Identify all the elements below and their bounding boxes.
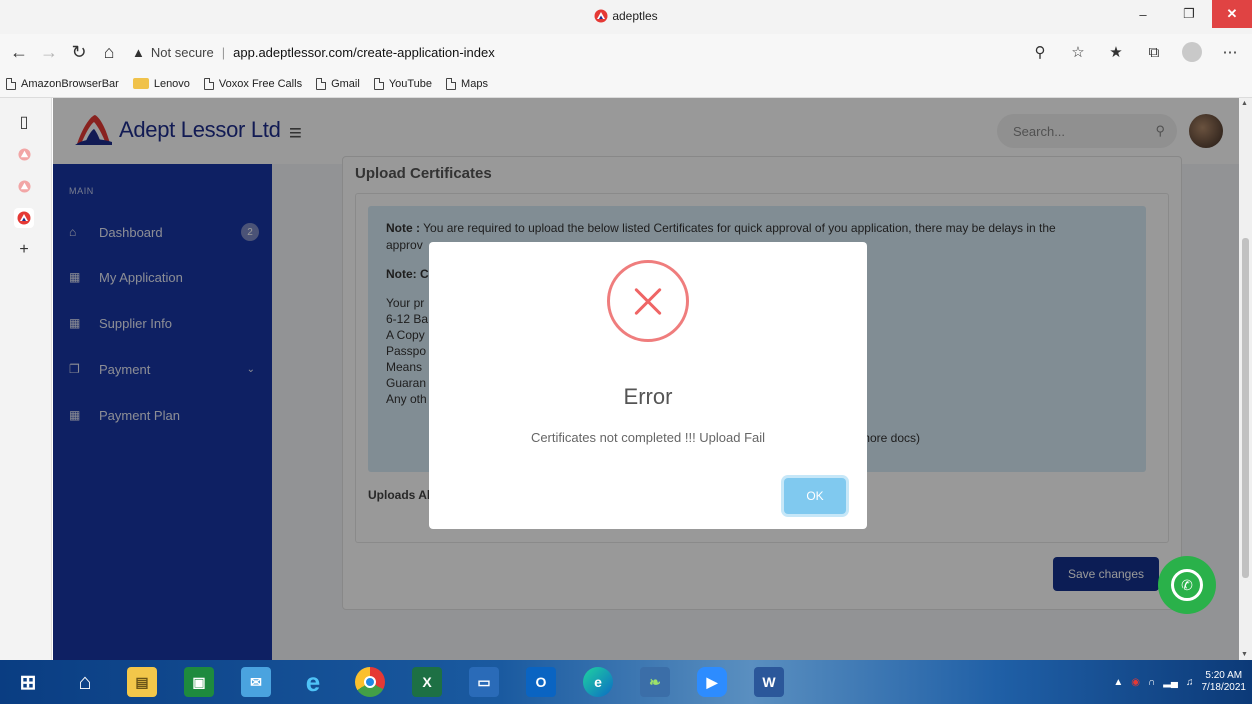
monitor-icon: ▭ [469,667,499,697]
close-window-button[interactable]: ✕ [1212,0,1252,28]
taskbar-home[interactable]: ⌂ [63,660,107,704]
browser-title-bar: adeptles – ❐ ✕ [0,0,1252,34]
minimize-button[interactable]: – [1120,0,1166,28]
favorite-maps[interactable]: Maps [446,77,488,90]
url-divider: | [221,44,226,60]
forward-button[interactable]: → [34,37,64,67]
address-bar-row: ← → ↻ ⌂ ▲ Not secure | app.adeptlessor.c… [0,34,1252,70]
taskbar-excel[interactable]: X [405,660,449,704]
window-title: adeptles [0,9,1252,26]
site-logo-icon [17,179,31,193]
taskbar-outlook[interactable]: O [519,660,563,704]
taskbar-internet-explorer[interactable]: e [291,660,335,704]
page-icon [373,77,384,90]
volume-icon[interactable]: ♫ [1186,677,1194,688]
mail-icon: ✉ [241,667,271,697]
favorite-gmail[interactable]: Gmail [316,77,360,90]
tab-adeptles-active[interactable] [14,208,34,228]
network-icon[interactable]: ◉ [1131,677,1140,688]
store-icon: ▣ [184,667,214,697]
error-dialog: Error Certificates not completed !!! Upl… [429,242,867,529]
outlook-icon: O [526,667,556,697]
favorite-voxox[interactable]: Voxox Free Calls [203,77,302,90]
key-icon[interactable]: ⚲ [1026,37,1054,67]
folder-icon: ▤ [127,667,157,697]
more-menu-icon[interactable]: ⋯ [1216,37,1244,67]
tray-expand-icon[interactable]: ▲ [1113,677,1123,688]
restore-button[interactable]: ❐ [1166,0,1212,28]
taskbar-mail[interactable]: ✉ [234,660,278,704]
add-favorite-icon[interactable]: ☆ [1064,37,1092,67]
collections-icon[interactable]: ⧉ [1140,37,1168,67]
warning-icon: ▲ [132,44,145,60]
dialog-title: Error [623,384,673,409]
folder-icon [132,78,149,89]
page-icon [203,77,214,90]
favorites-bar: AmazonBrowserBar Lenovo Voxox Free Calls… [0,70,1252,98]
not-secure-label: Not secure [150,44,214,60]
chrome-icon [355,667,385,697]
whatsapp-icon: ✆ [1171,569,1203,601]
favorite-youtube[interactable]: YouTube [373,77,432,90]
tab-adeptles-1[interactable] [14,144,34,164]
edge-icon: e [583,667,613,697]
refresh-button[interactable]: ↻ [64,37,94,67]
web-page: Adept Lessor Ltd ≡ Search... ⚲ MAIN ⌂ Da… [53,98,1239,660]
tab-adeptles-2[interactable] [14,176,34,196]
page-icon [316,77,327,90]
taskbar-zoom[interactable]: ▶ [690,660,734,704]
new-tab-icon[interactable]: + [14,240,34,260]
start-button[interactable]: ⊞ [6,660,50,704]
ie-icon: e [305,666,321,697]
taskbar-file-explorer[interactable]: ▤ [120,660,164,704]
profile-icon [1182,42,1202,62]
windows-icon: ⊞ [19,671,37,694]
scrollbar-thumb[interactable] [1242,238,1249,578]
favorite-lenovo[interactable]: Lenovo [132,78,190,90]
page-icon [446,77,457,90]
home-button[interactable]: ⌂ [94,37,124,67]
taskbar-chrome[interactable] [348,660,392,704]
clock[interactable]: 5:20 AM 7/18/2021 [1202,670,1247,694]
leaf-icon: ❧ [640,667,670,697]
profile-button[interactable] [1178,37,1206,67]
wifi-icon[interactable]: ∩ [1148,677,1155,688]
taskbar-store[interactable]: ▣ [177,660,221,704]
zoom-icon: ▶ [697,667,727,697]
home-icon: ⌂ [78,669,92,694]
whatsapp-button[interactable]: ✆ [1158,556,1216,614]
excel-icon: X [412,667,442,697]
error-x-icon [607,260,689,342]
url-text: app.adeptlessor.com/create-application-i… [233,44,495,60]
page-icon [6,77,16,90]
page-scrollbar[interactable]: ▲ ▼ [1239,98,1252,660]
signal-icon[interactable]: ▂▄ [1163,677,1178,688]
taskbar-word[interactable]: W [747,660,791,704]
favorites-icon[interactable]: ★ [1102,37,1130,67]
taskbar-desktop[interactable]: ▭ [462,660,506,704]
site-logo-icon [594,9,608,26]
scroll-up-arrow-icon[interactable]: ▲ [1241,100,1248,107]
site-logo-icon [17,211,31,225]
taskbar-app[interactable]: ❧ [633,660,677,704]
favorite-amazonbrowserbar[interactable]: AmazonBrowserBar [6,77,119,90]
scroll-down-arrow-icon[interactable]: ▼ [1241,651,1248,658]
windows-taskbar: ⊞ ⌂ ▤ ▣ ✉ e X ▭ O e ❧ ▶ W ▲ ◉ ∩ ▂▄ ♫ 5:2… [0,660,1252,704]
back-button[interactable]: ← [4,37,34,67]
ok-button[interactable]: OK [784,478,846,514]
site-logo-icon [17,147,31,161]
tab-actions-icon[interactable]: ▯ [14,112,34,132]
taskbar-edge[interactable]: e [576,660,620,704]
word-icon: W [754,667,784,697]
system-tray: ▲ ◉ ∩ ▂▄ ♫ 5:20 AM 7/18/2021 [1113,660,1246,704]
dialog-message: Certificates not completed !!! Upload Fa… [530,430,766,445]
url-field[interactable]: ▲ Not secure | app.adeptlessor.com/creat… [132,38,495,66]
vertical-tab-strip: ▯ + [0,98,52,660]
